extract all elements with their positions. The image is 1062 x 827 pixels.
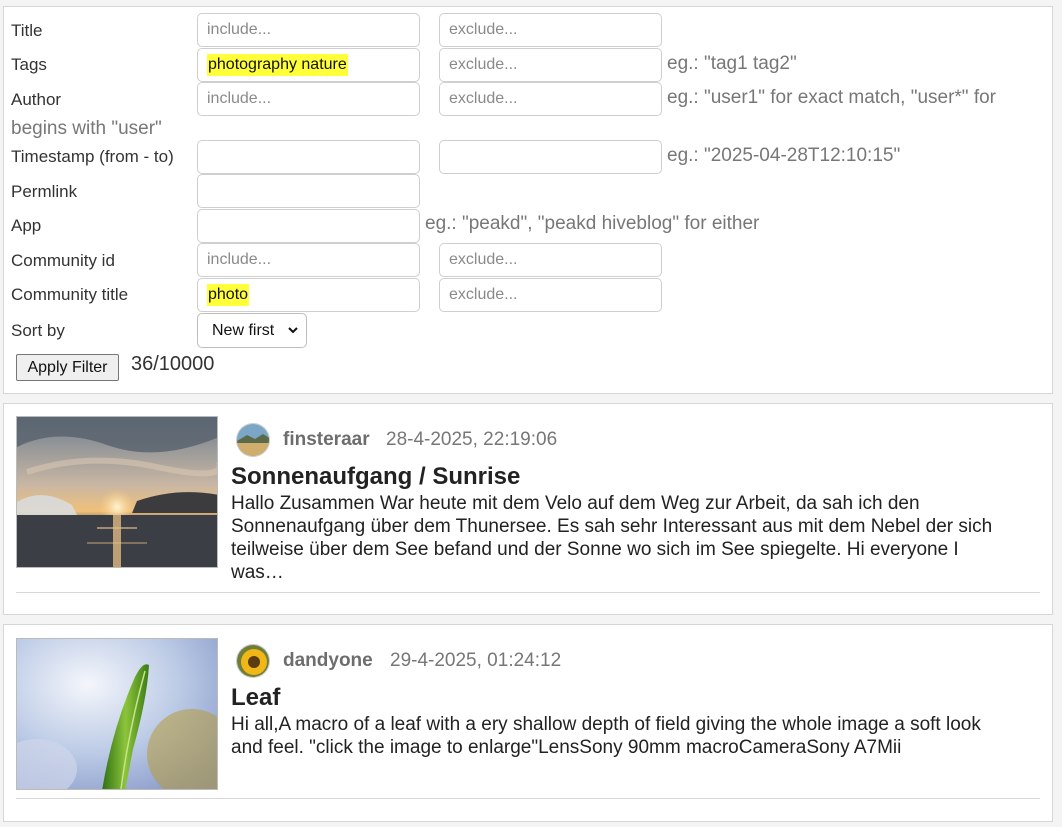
community-id-label: Community id	[11, 251, 115, 270]
sunrise-lake-photo[interactable]	[16, 416, 218, 568]
community-title-exclude-input[interactable]: exclude...	[439, 278, 662, 312]
title-exclude-input[interactable]: exclude...	[439, 13, 662, 47]
post-card: dandyone 29-4-2025, 01:24:12 Leaf Hi all…	[3, 624, 1053, 822]
timestamp-from-input[interactable]	[197, 140, 420, 174]
sort-by-label: Sort by	[11, 321, 65, 340]
post-excerpt: Hallo Zusammen War heute mit dem Velo au…	[231, 493, 993, 583]
post-card: finsteraar 28-4-2025, 22:19:06 Sonnenauf…	[3, 403, 1053, 615]
tags-exclude-input[interactable]: exclude...	[439, 48, 662, 82]
community-title-include-value: photo	[207, 284, 250, 306]
post-date: 28-4-2025, 22:19:06	[386, 429, 558, 450]
post-excerpt: Hi all,A macro of a leaf with a ery shal…	[231, 714, 981, 758]
divider	[16, 798, 1040, 799]
author-label: Author	[11, 90, 62, 109]
tags-label: Tags	[11, 55, 47, 74]
sort-by-value: New first	[212, 321, 275, 339]
timestamp-hint: eg.: "2025-04-28T12:10:15"	[667, 145, 901, 166]
apply-filter-button[interactable]: Apply Filter	[16, 354, 119, 381]
sort-by-select[interactable]: New first	[197, 313, 307, 348]
title-include-input[interactable]: include...	[197, 13, 420, 47]
author-hint: eg.: "user1" for exact match, "user*" fo…	[667, 87, 997, 108]
app-input[interactable]	[197, 209, 420, 243]
title-label: Title	[11, 21, 43, 40]
post-title[interactable]: Leaf	[231, 684, 280, 712]
community-id-include-input[interactable]: include...	[197, 243, 420, 277]
author-hint-cont: begins with "user"	[11, 118, 162, 139]
sunflower-avatar[interactable]	[236, 644, 270, 678]
post-author[interactable]: dandyone	[283, 650, 373, 672]
filter-panel: Title include... exclude... Tags photogr…	[3, 6, 1053, 394]
app-label: App	[11, 216, 42, 235]
timestamp-label: Timestamp (from - to)	[11, 147, 174, 166]
post-title[interactable]: Sonnenaufgang / Sunrise	[231, 463, 520, 491]
post-author[interactable]: finsteraar	[283, 429, 370, 451]
permlink-input[interactable]	[197, 174, 420, 208]
community-title-label: Community title	[11, 285, 129, 304]
author-exclude-input[interactable]: exclude...	[439, 82, 662, 116]
tags-include-input[interactable]: photography nature	[197, 48, 420, 82]
timestamp-to-input[interactable]	[439, 140, 662, 174]
post-date: 29-4-2025, 01:24:12	[390, 650, 562, 671]
app-hint: eg.: "peakd", "peakd hiveblog" for eithe…	[425, 213, 760, 234]
community-id-exclude-input[interactable]: exclude...	[439, 243, 662, 277]
permlink-label: Permlink	[11, 182, 78, 201]
divider	[16, 592, 1040, 593]
chevron-down-icon	[288, 327, 298, 334]
tags-hint: eg.: "tag1 tag2"	[667, 53, 797, 74]
leaf-macro-photo[interactable]	[16, 638, 218, 790]
author-include-input[interactable]: include...	[197, 82, 420, 116]
community-title-include-input[interactable]: photo	[197, 278, 420, 312]
result-count: 36/10000	[131, 353, 215, 375]
tags-include-value: photography nature	[207, 54, 348, 76]
landscape-avatar[interactable]	[236, 423, 270, 457]
